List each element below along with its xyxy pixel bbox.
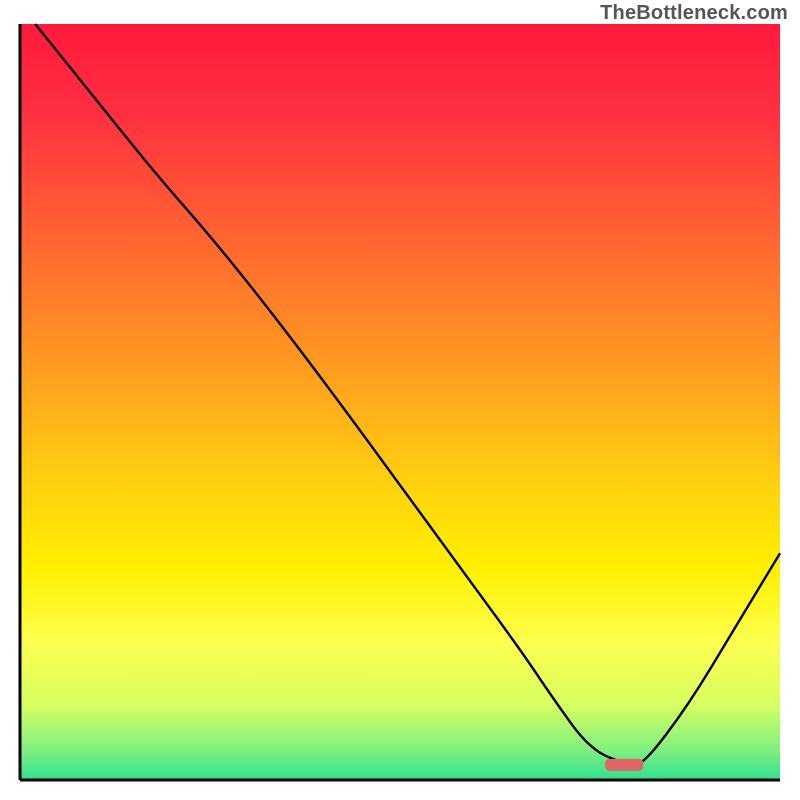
chart-background-gradient — [20, 24, 780, 780]
watermark-text: TheBottleneck.com — [600, 2, 788, 25]
bottleneck-chart — [0, 0, 800, 800]
optimal-marker — [605, 759, 643, 771]
